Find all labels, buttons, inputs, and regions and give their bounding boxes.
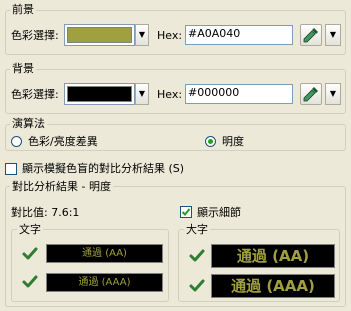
foreground-hex-input[interactable]: #A0A040 [185, 25, 293, 45]
chevron-down-icon: ▼ [329, 30, 337, 39]
radio-luminosity-label[interactable]: 明度 [222, 135, 244, 148]
simulate-colorblind-text: 顯示模擬色盲的對比分析結果 [22, 162, 165, 175]
foreground-color-dropdown-button[interactable]: ▼ [135, 24, 149, 46]
results-title: 對比分析結果 - 明度 [10, 180, 113, 193]
foreground-picker-label: 色彩選擇: [11, 29, 59, 42]
background-color-swatch[interactable] [64, 83, 135, 105]
eyedropper-icon [303, 28, 318, 43]
foreground-color-swatch[interactable] [64, 24, 135, 46]
radio-selected-dot [208, 139, 213, 144]
foreground-eyedropper-button[interactable] [300, 24, 322, 46]
pass-check-icon [189, 279, 205, 292]
background-color-dropdown-button[interactable]: ▼ [135, 83, 149, 105]
simulate-colorblind-checkbox[interactable] [5, 163, 17, 175]
background-eyedropper-dropdown[interactable]: ▼ [325, 83, 341, 105]
contrast-ratio: 對比值: 7.6:1 [11, 206, 80, 219]
foreground-hex-label: Hex: [157, 29, 183, 42]
chevron-down-icon: ▼ [329, 89, 337, 98]
large-sample-aaa: 通過 (AAA) [211, 274, 335, 298]
check-icon [181, 208, 191, 216]
show-details-label[interactable]: 顯示細節 [197, 206, 241, 219]
large-results-title: 大字 [184, 223, 210, 236]
text-sample-aaa: 通過 (AAA) [46, 273, 163, 292]
background-hex-label: Hex: [157, 88, 183, 101]
show-details-checkbox[interactable] [180, 206, 192, 218]
radio-luminosity[interactable] [205, 136, 216, 147]
radio-color-brightness-label[interactable]: 色彩/亮度差異 [28, 135, 98, 148]
text-results-title: 文字 [17, 223, 43, 236]
eyedropper-icon [303, 87, 318, 102]
background-swatch-fill [67, 86, 132, 102]
text-sample-aa: 通過 (AA) [46, 244, 163, 263]
background-eyedropper-button[interactable] [300, 83, 322, 105]
simulate-colorblind-label[interactable]: 顯示模擬色盲的對比分析結果 (S) [22, 162, 184, 175]
radio-color-brightness[interactable] [11, 136, 22, 147]
foreground-swatch-fill [67, 27, 132, 43]
foreground-eyedropper-dropdown[interactable]: ▼ [325, 24, 341, 46]
algorithm-title: 演算法 [10, 117, 47, 130]
background-picker-label: 色彩選擇: [11, 88, 59, 101]
foreground-title: 前景 [10, 3, 36, 16]
background-title: 背景 [10, 62, 36, 75]
pass-check-icon [189, 249, 205, 262]
large-sample-aa: 通過 (AA) [211, 244, 335, 268]
background-hex-input[interactable]: #000000 [185, 84, 293, 104]
chevron-down-icon: ▼ [138, 89, 146, 98]
pass-check-icon [22, 275, 38, 288]
pass-check-icon [22, 247, 38, 260]
chevron-down-icon: ▼ [138, 30, 146, 39]
simulate-colorblind-shortcut: (S) [168, 162, 185, 175]
